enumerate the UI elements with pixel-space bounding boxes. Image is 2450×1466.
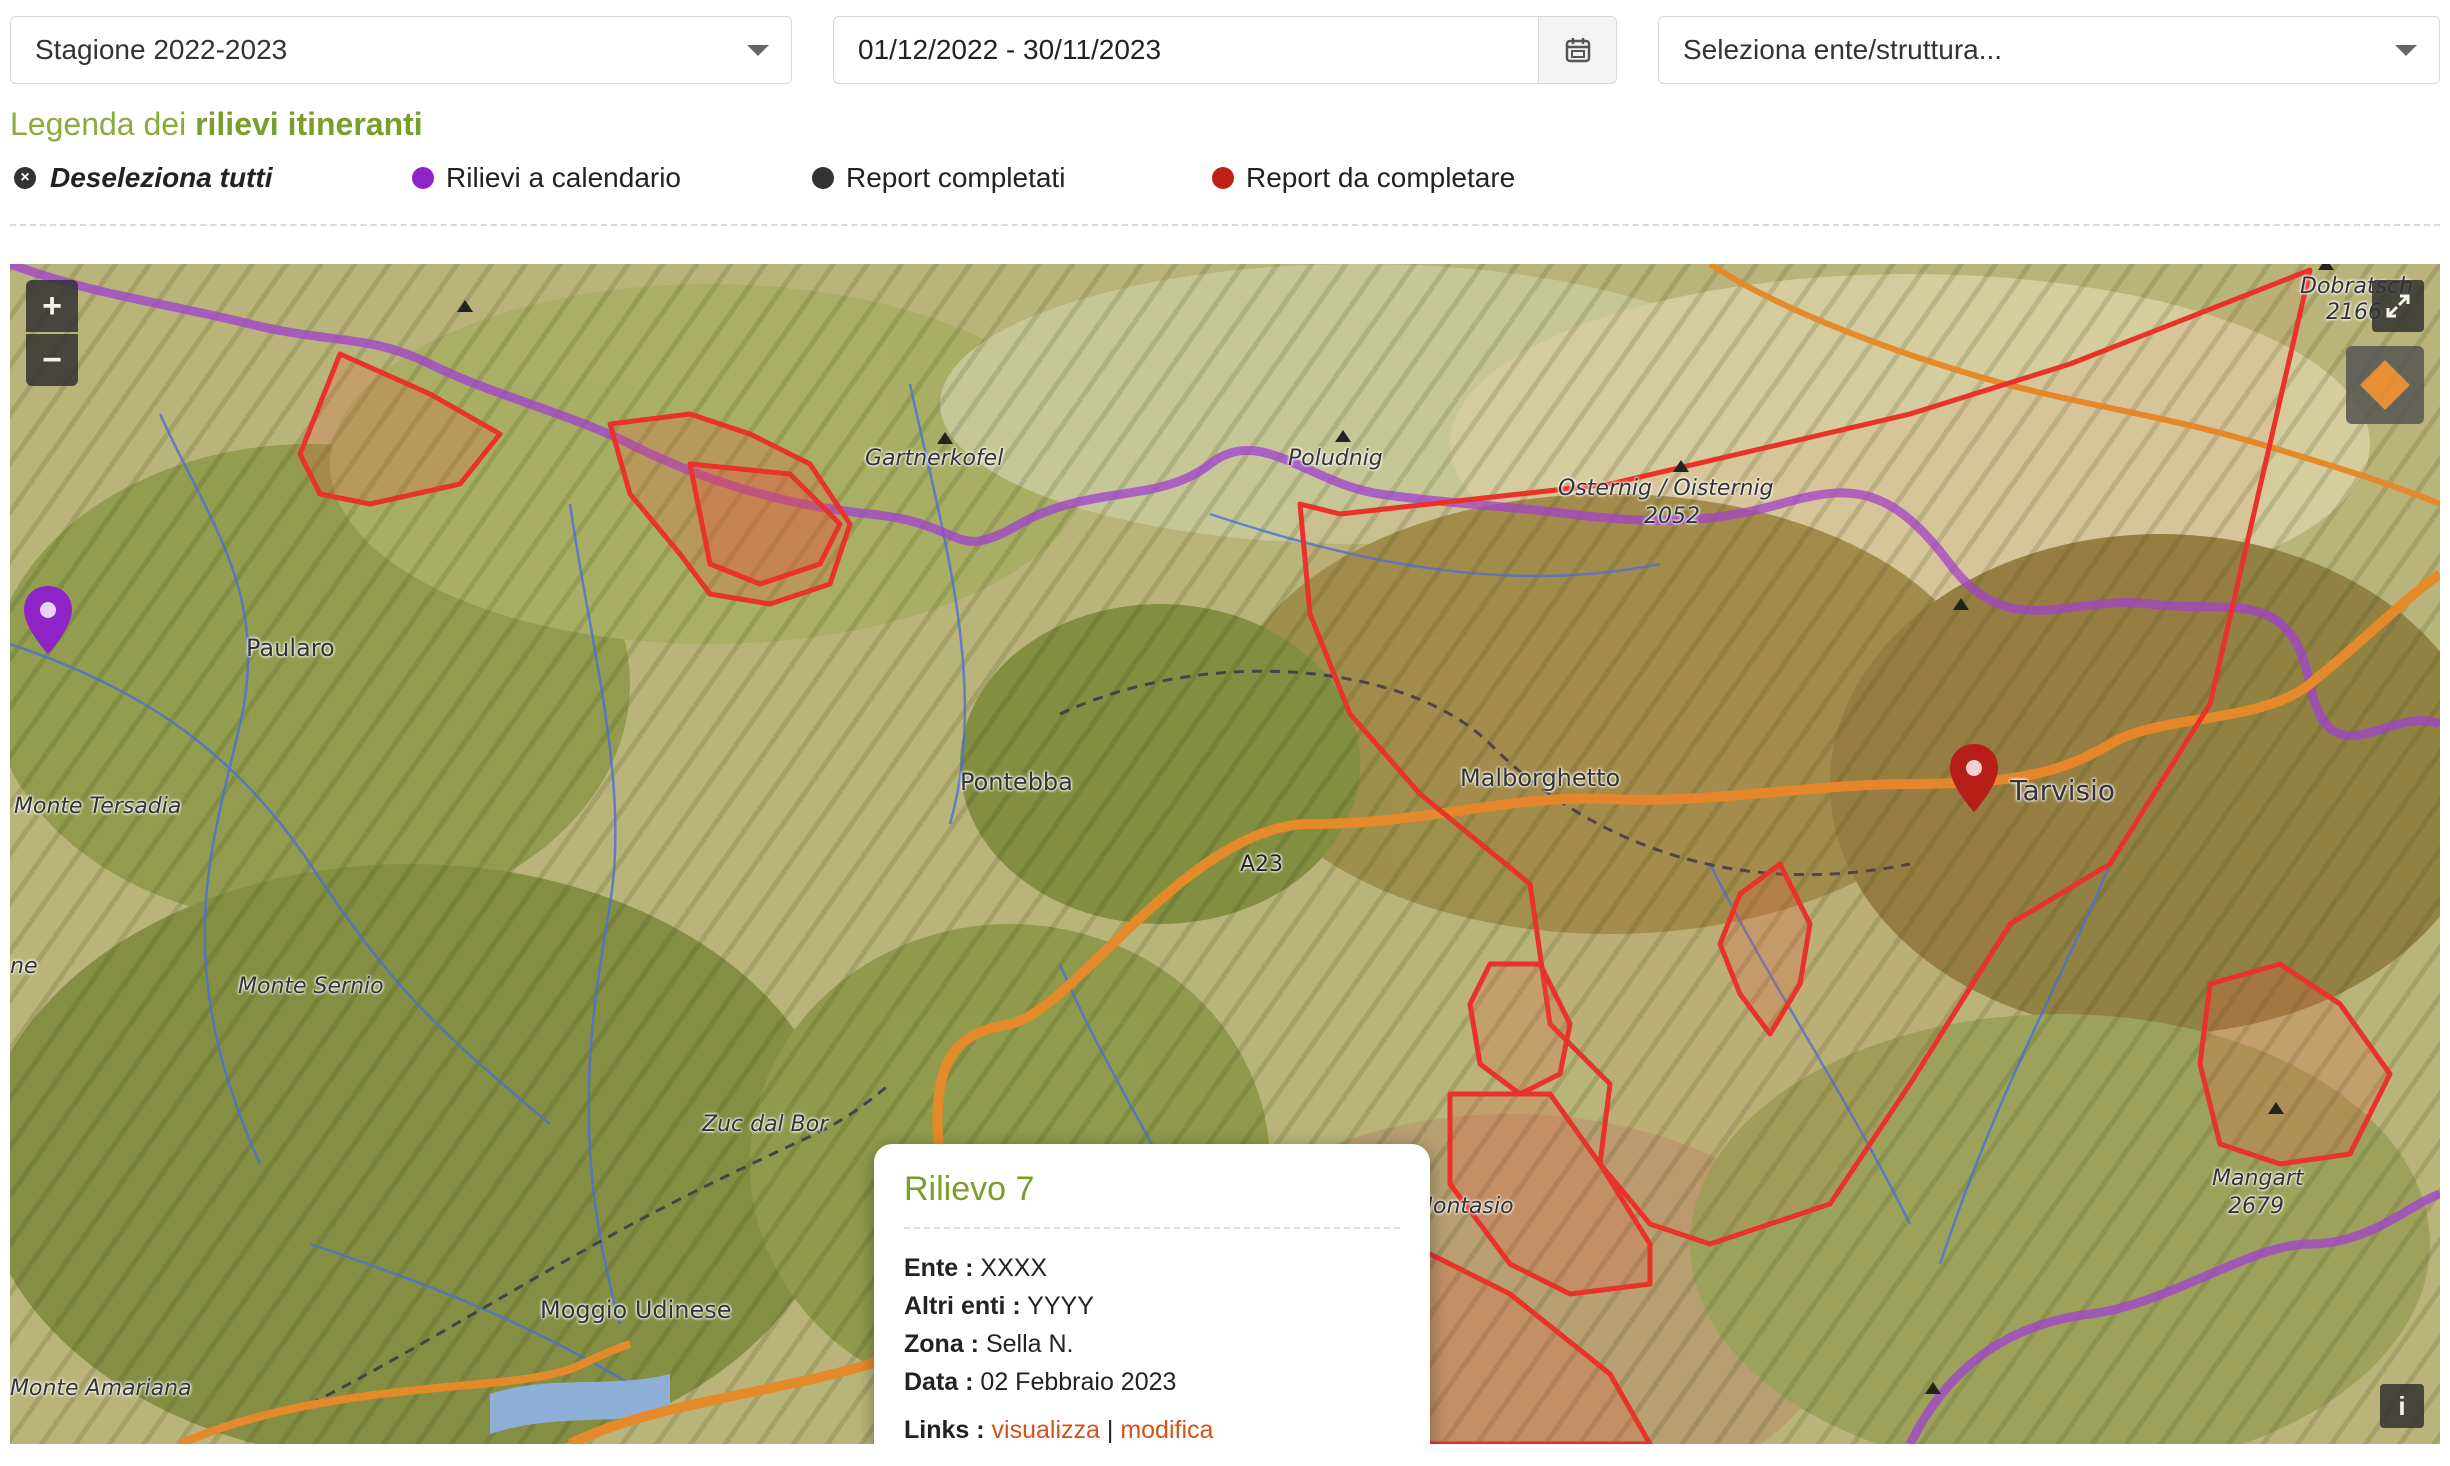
map-label-osternig: Osternig / Oisternig <box>1558 476 1774 501</box>
chevron-down-icon <box>2395 44 2417 56</box>
black-dot-icon <box>812 167 834 189</box>
popup-row-data: Data : 02 Febbraio 2023 <box>904 1363 1400 1401</box>
date-range-field[interactable]: 01/12/2022 - 30/11/2023 <box>833 16 1617 84</box>
zoom-out-button[interactable]: − <box>26 334 78 386</box>
map-label-monte-sernio: Monte Sernio <box>238 974 384 999</box>
edit-link[interactable]: modifica <box>1120 1416 1213 1444</box>
popup-label: Links : <box>904 1416 985 1444</box>
close-circle-icon: × <box>14 167 36 189</box>
calendar-icon <box>1565 38 1590 63</box>
view-link[interactable]: visualizza <box>992 1416 1100 1444</box>
popup-value: 02 Febbraio 2023 <box>980 1368 1177 1396</box>
calendar-marker-pin[interactable] <box>22 584 74 656</box>
popup-title: Rilievo 7 <box>904 1170 1400 1229</box>
map-label-malborghetto: Malborghetto <box>1460 764 1621 792</box>
popup-label: Ente : <box>904 1254 974 1282</box>
deselect-all-button[interactable]: × Deseleziona tutti <box>14 162 272 194</box>
entity-select[interactable]: Seleziona ente/struttura... <box>1658 16 2440 84</box>
map-label-monte-amariana: Monte Amariana <box>10 1376 192 1401</box>
popup-value: XXXX <box>980 1254 1048 1282</box>
date-range-value: 01/12/2022 - 30/11/2023 <box>858 34 1162 65</box>
layers-icon <box>2360 360 2410 410</box>
map-popup: Rilievo 7 Ente : XXXX Altri enti : YYYY … <box>874 1144 1430 1444</box>
layers-button[interactable] <box>2346 346 2424 424</box>
popup-value: Sella N. <box>985 1330 1074 1358</box>
map-label-monte-tersadia: Monte Tersadia <box>14 794 182 819</box>
legend-title-bold: rilievi itineranti <box>195 106 423 142</box>
popup-row-zona: Zona : Sella N. <box>904 1325 1400 1363</box>
to-complete-marker-pin[interactable] <box>1948 742 2000 814</box>
expand-icon <box>2386 294 2410 318</box>
info-button[interactable]: i <box>2380 1384 2424 1428</box>
popup-value: YYYY <box>1027 1292 1094 1320</box>
map-label-ne: ne <box>10 954 38 979</box>
popup-row-altri-enti: Altri enti : YYYY <box>904 1287 1400 1325</box>
red-dot-icon <box>1212 167 1234 189</box>
legend-item-label: Report da completare <box>1246 162 1516 193</box>
deselect-all-label: Deseleziona tutti <box>50 162 273 193</box>
legend-item-completed[interactable]: Report completati <box>812 162 1065 194</box>
popup-label: Data : <box>904 1368 974 1396</box>
map-label-poludnig: Poludnig <box>1288 446 1383 471</box>
season-select[interactable]: Stagione 2022-2023 <box>10 16 792 84</box>
legend-title-prefix: Legenda dei <box>10 106 196 142</box>
purple-dot-icon <box>412 167 434 189</box>
map-label-pontebba: Pontebba <box>960 768 1073 796</box>
zoom-in-button[interactable]: + <box>26 280 78 332</box>
legend-item-calendar[interactable]: Rilievi a calendario <box>412 162 681 194</box>
link-separator: | <box>1106 1416 1114 1444</box>
map-label-zuc-dal-bor: Zuc dal Bor <box>702 1112 829 1137</box>
legend-item-label: Rilievi a calendario <box>446 162 682 193</box>
popup-label: Altri enti : <box>904 1292 1021 1320</box>
entity-select-placeholder: Seleziona ente/struttura... <box>1683 34 2003 65</box>
popup-row-ente: Ente : XXXX <box>904 1249 1400 1287</box>
legend-divider <box>10 224 2440 226</box>
season-select-value: Stagione 2022-2023 <box>35 34 288 65</box>
legend-item-to-complete[interactable]: Report da completare <box>1212 162 1515 194</box>
map-label-osternig-elev: 2052 <box>1644 504 1700 529</box>
map-label-gartnerkofel: Gartnerkofel <box>865 446 1004 471</box>
popup-label: Zona : <box>904 1330 979 1358</box>
map-label-paularo: Paularo <box>246 634 335 662</box>
map-label-mangart: Mangart <box>2212 1166 2304 1191</box>
legend-title: Legenda dei rilievi itineranti <box>10 106 423 143</box>
map-label-tarvisio: Tarvisio <box>2010 774 2115 807</box>
fullscreen-button[interactable] <box>2372 280 2424 332</box>
map-label-mangart-elev: 2679 <box>2228 1194 2284 1219</box>
calendar-button[interactable] <box>1538 17 1616 83</box>
popup-row-links: Links : visualizza | modifica <box>904 1411 1400 1444</box>
map-label-a23: A23 <box>1240 852 1284 877</box>
chevron-down-icon <box>747 44 769 56</box>
legend-item-label: Report completati <box>846 162 1066 193</box>
map[interactable]: Paularo Monte Tersadia ne Monte Sernio Z… <box>10 264 2440 1444</box>
map-label-moggio-udinese: Moggio Udinese <box>540 1296 732 1324</box>
